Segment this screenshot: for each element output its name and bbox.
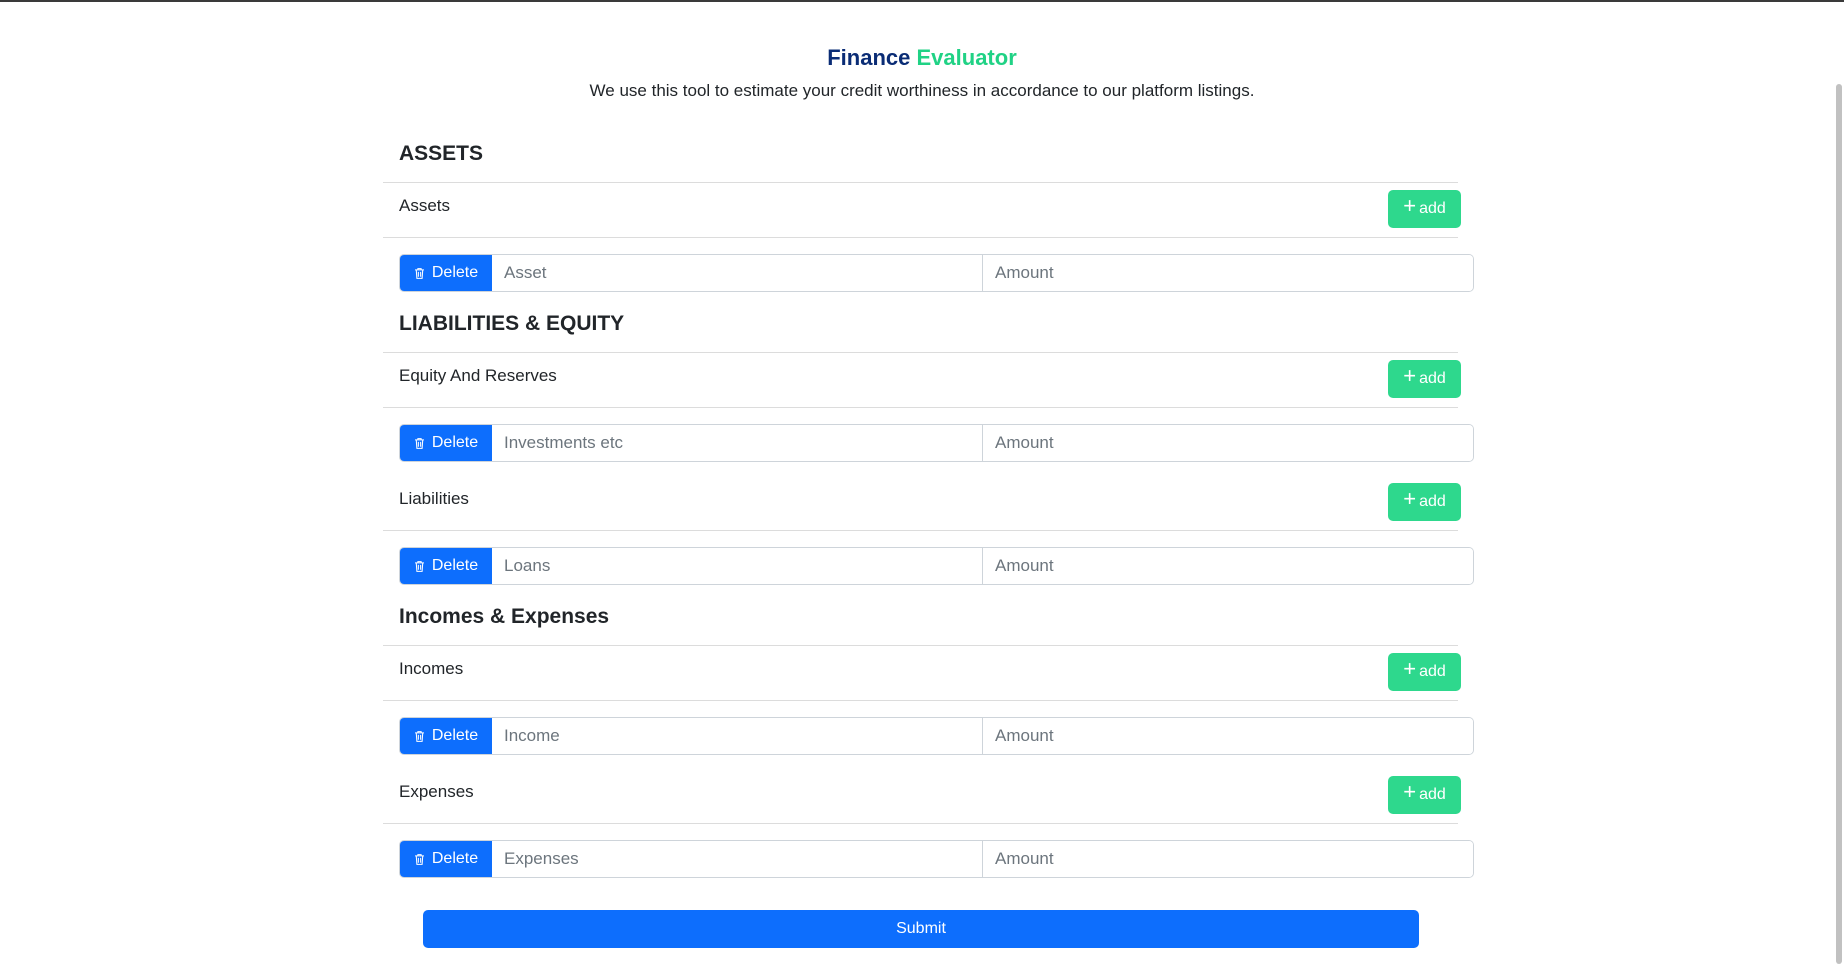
section-title-incomes-expenses: Incomes & Expenses — [399, 605, 610, 628]
liability-amount-input[interactable] — [982, 548, 1473, 584]
window-top-border — [0, 0, 1844, 2]
asset-entry-row: Delete — [399, 254, 1474, 292]
trash-icon — [414, 853, 424, 865]
plus-icon: + — [1403, 656, 1417, 681]
income-amount-input[interactable] — [982, 718, 1473, 754]
add-equity-label: add — [1419, 370, 1446, 387]
add-expense-label: add — [1419, 786, 1446, 803]
expense-entry-row: Delete — [399, 840, 1474, 878]
expenses-header-row: Expenses + add — [383, 769, 1475, 823]
liabilities-label: Liabilities — [399, 489, 469, 508]
title-part-finance: Finance — [827, 45, 911, 70]
add-expense-button[interactable]: + add — [1388, 776, 1461, 814]
finance-form: ASSETS Assets + add Delete LIABILITIES &… — [383, 136, 1475, 948]
delete-liability-label: Delete — [431, 557, 479, 574]
submit-button[interactable]: Submit — [423, 910, 1419, 948]
equity-entry-row: Delete — [399, 424, 1474, 462]
expense-amount-input[interactable] — [982, 841, 1473, 877]
plus-icon: + — [1403, 486, 1417, 511]
page-subtitle: We use this tool to estimate your credit… — [589, 81, 1255, 100]
delete-expense-label: Delete — [431, 850, 479, 867]
equity-amount-input[interactable] — [982, 425, 1473, 461]
equity-header-row: Equity And Reserves + add — [383, 353, 1475, 407]
add-liability-button[interactable]: + add — [1388, 483, 1461, 521]
plus-icon: + — [1403, 363, 1417, 388]
delete-liability-button[interactable]: Delete — [400, 548, 492, 584]
add-asset-button[interactable]: + add — [1388, 190, 1461, 228]
income-name-input[interactable] — [492, 718, 982, 754]
equity-label: Equity And Reserves — [399, 366, 557, 385]
delete-equity-button[interactable]: Delete — [400, 425, 492, 461]
plus-icon: + — [1403, 193, 1417, 218]
delete-asset-label: Delete — [431, 264, 479, 281]
liability-entry-row: Delete — [399, 547, 1474, 585]
section-title-assets: ASSETS — [399, 142, 484, 165]
plus-icon: + — [1403, 779, 1417, 804]
add-income-label: add — [1419, 663, 1446, 680]
liabilities-header-row: Liabilities + add — [383, 476, 1475, 530]
add-liability-label: add — [1419, 493, 1446, 510]
title-part-evaluator: Evaluator — [916, 45, 1017, 70]
trash-icon — [414, 267, 424, 279]
add-equity-button[interactable]: + add — [1388, 360, 1461, 398]
asset-name-input[interactable] — [492, 255, 982, 291]
delete-income-button[interactable]: Delete — [400, 718, 492, 754]
scrollbar-thumb[interactable] — [1836, 84, 1842, 964]
delete-asset-button[interactable]: Delete — [400, 255, 492, 291]
page-title: Finance Evaluator — [0, 44, 1844, 72]
delete-equity-label: Delete — [431, 434, 479, 451]
incomes-header-row: Incomes + add — [383, 646, 1475, 700]
income-entry-row: Delete — [399, 717, 1474, 755]
delete-income-label: Delete — [431, 727, 479, 744]
asset-amount-input[interactable] — [982, 255, 1473, 291]
incomes-label: Incomes — [399, 659, 464, 678]
assets-label: Assets — [399, 196, 451, 215]
trash-icon — [414, 560, 424, 572]
add-asset-label: add — [1419, 200, 1446, 217]
add-income-button[interactable]: + add — [1388, 653, 1461, 691]
delete-expense-button[interactable]: Delete — [400, 841, 492, 877]
section-title-liabilities-equity: LIABILITIES & EQUITY — [399, 312, 625, 335]
liability-name-input[interactable] — [492, 548, 982, 584]
equity-name-input[interactable] — [492, 425, 982, 461]
page-header: Finance Evaluator We use this tool to es… — [0, 44, 1844, 102]
expense-name-input[interactable] — [492, 841, 982, 877]
trash-icon — [414, 730, 424, 742]
assets-header-row: Assets + add — [383, 183, 1475, 237]
trash-icon — [414, 437, 424, 449]
expenses-label: Expenses — [399, 782, 474, 801]
